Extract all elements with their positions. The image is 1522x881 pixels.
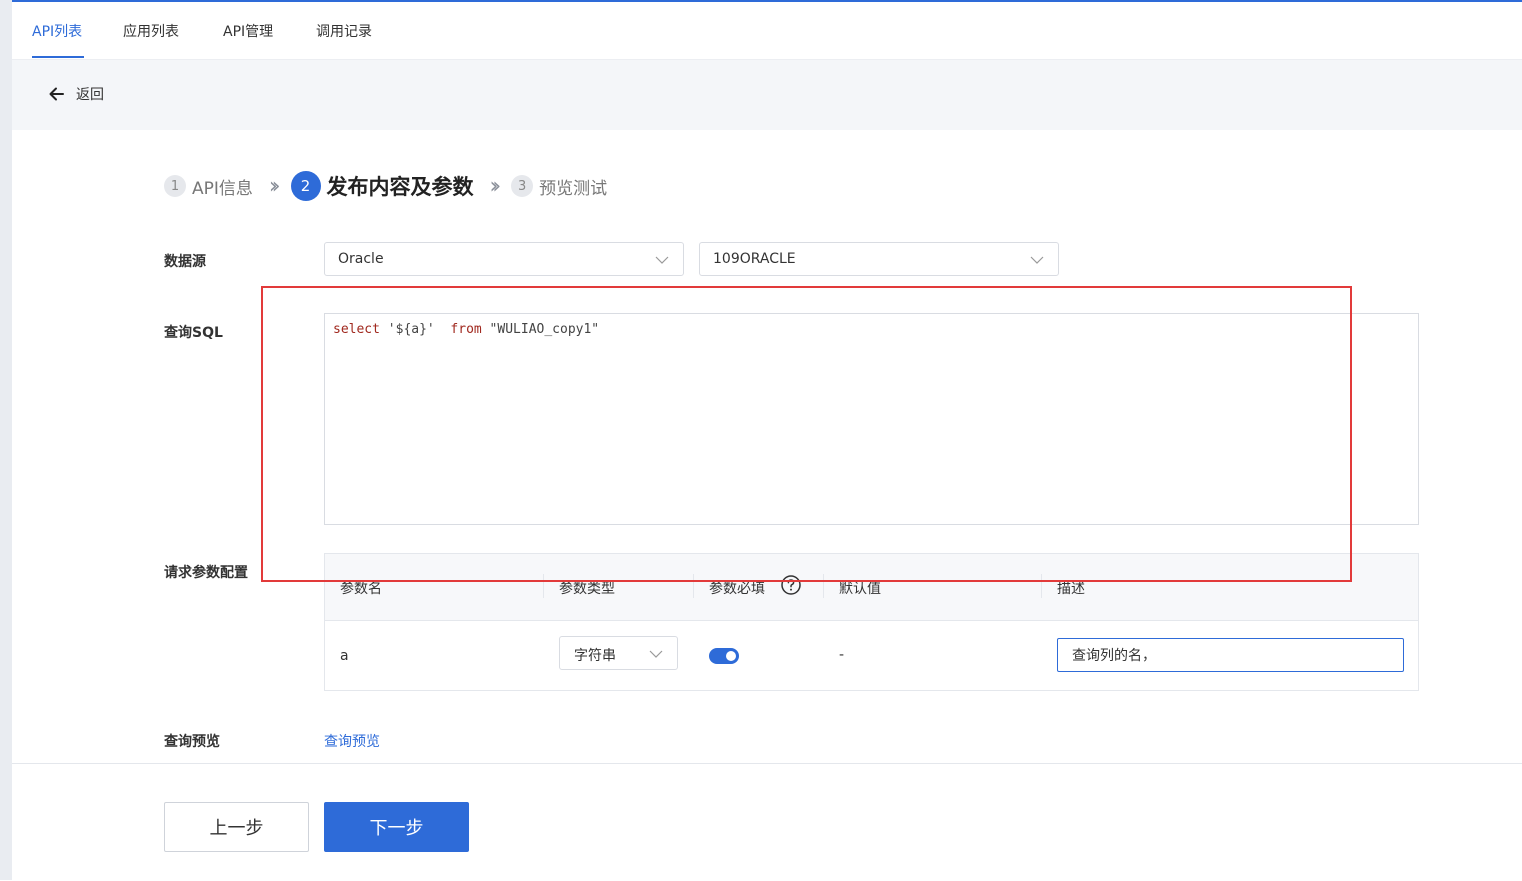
sql-editor[interactable]: select '${a}' from "WULIAO_copy1" — [324, 313, 1419, 525]
arrow-left-icon — [49, 87, 64, 101]
step-2-label: 发布内容及参数 — [326, 175, 474, 199]
next-step-button[interactable]: 下一步 — [324, 802, 469, 852]
th-description: 描述 — [1057, 581, 1085, 597]
step-3-number: 3 — [511, 175, 534, 197]
datasource-label: 数据源 — [164, 254, 206, 270]
tab-call-records[interactable]: 调用记录 — [316, 21, 372, 41]
left-strip — [0, 0, 12, 880]
datasource-name-value: 109ORACLE — [713, 251, 796, 267]
chevron-down-icon — [655, 256, 669, 264]
th-param-name: 参数名 — [340, 581, 382, 597]
param-required-toggle[interactable] — [709, 648, 739, 664]
step-1-number: 1 — [164, 175, 186, 197]
sql-label: 查询SQL — [164, 325, 223, 341]
param-name-cell: a — [340, 648, 349, 664]
column-divider — [543, 574, 544, 598]
top-nav: API列表 应用列表 API管理 调用记录 — [12, 2, 1522, 60]
query-preview-link[interactable]: 查询预览 — [324, 731, 380, 751]
step-3-label: 预览测试 — [539, 178, 608, 199]
tab-api-list[interactable]: API列表 — [32, 21, 82, 41]
datasource-name-select[interactable]: 109ORACLE — [699, 242, 1059, 276]
chevron-down-icon — [1030, 256, 1044, 264]
back-bar: 返回 — [12, 60, 1522, 130]
back-button[interactable]: 返回 — [48, 84, 104, 104]
column-divider — [693, 574, 694, 598]
double-chevron-icon: ›› — [268, 173, 280, 199]
chevron-down-icon — [649, 650, 663, 658]
datasource-type-value: Oracle — [338, 251, 384, 267]
sql-line: select '${a}' from "WULIAO_copy1" — [333, 322, 599, 337]
active-tab-underline — [32, 56, 84, 58]
step-1-label: API信息 — [192, 178, 253, 199]
step-indicator: 1 API信息 ›› 2 发布内容及参数 ›› 3 预览测试 — [164, 170, 607, 202]
tab-api-manage[interactable]: API管理 — [223, 21, 273, 41]
sql-keyword-select: select — [333, 322, 380, 337]
th-param-type: 参数类型 — [559, 581, 615, 597]
prev-step-button[interactable]: 上一步 — [164, 802, 309, 852]
th-default-value: 默认值 — [839, 581, 881, 597]
sql-param-literal: '${a}' — [379, 322, 451, 337]
request-params-label: 请求参数配置 — [164, 565, 248, 581]
back-label: 返回 — [76, 87, 104, 103]
step-2-number: 2 — [290, 171, 321, 201]
description-input[interactable] — [1057, 638, 1404, 672]
double-chevron-icon: ›› — [489, 173, 501, 199]
default-value-cell: - — [839, 647, 845, 663]
params-table: 参数名 参数类型 参数必填 默认值 描述 a 字符串 - — [324, 553, 1419, 691]
sql-table-name: "WULIAO_copy1" — [481, 322, 600, 337]
th-param-required: 参数必填 — [709, 581, 765, 597]
toggle-knob — [726, 651, 736, 661]
param-type-value: 字符串 — [574, 648, 616, 664]
tab-app-list[interactable]: 应用列表 — [123, 21, 179, 41]
param-type-select[interactable]: 字符串 — [559, 636, 678, 670]
column-divider — [1041, 574, 1042, 598]
column-divider — [823, 574, 824, 598]
sql-keyword-from: from — [450, 322, 482, 337]
params-table-header: 参数名 参数类型 参数必填 默认值 描述 — [325, 554, 1418, 621]
footer-bar: 上一步 下一步 — [12, 763, 1522, 881]
query-preview-label: 查询预览 — [164, 734, 220, 750]
datasource-type-select[interactable]: Oracle — [324, 242, 684, 276]
question-circle-icon[interactable] — [781, 575, 801, 595]
